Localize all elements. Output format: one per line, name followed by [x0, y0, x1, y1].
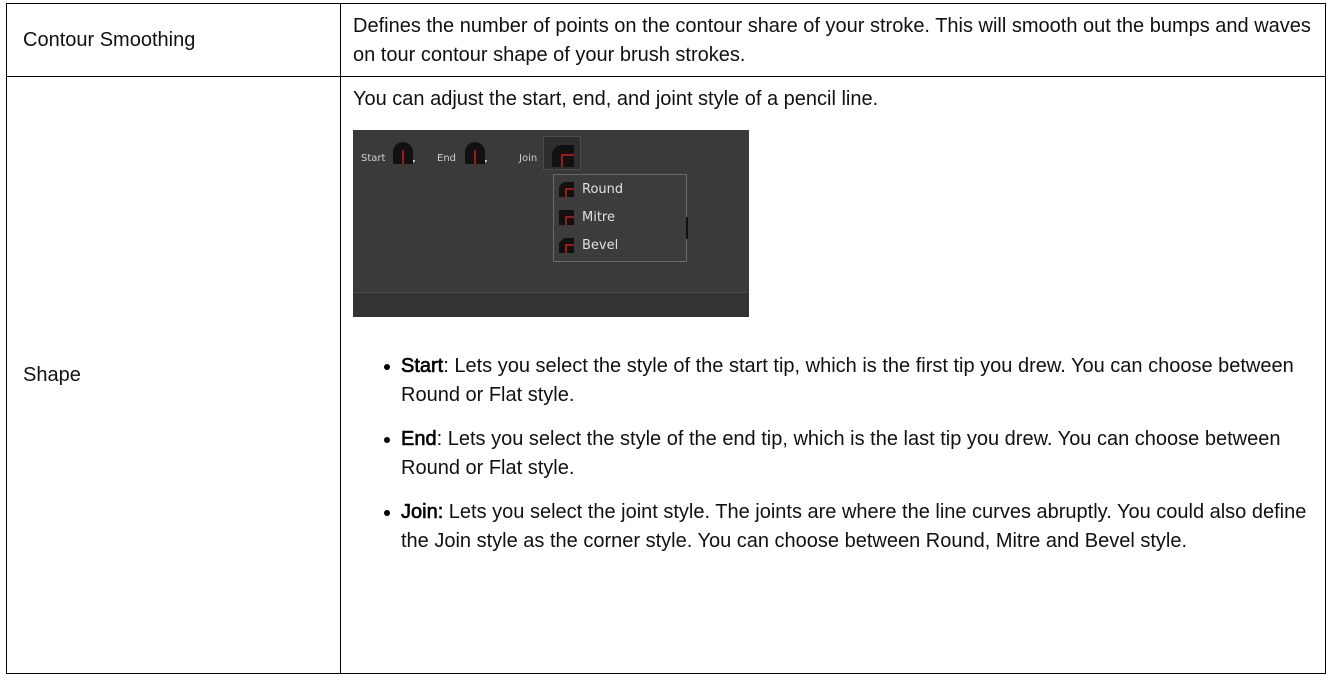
list-item: End: Lets you select the style of the en… — [384, 425, 1313, 483]
join-round-icon — [552, 145, 574, 167]
menu-item-mitre[interactable]: Mitre — [558, 205, 615, 229]
list-item: Start: Lets you select the style of the … — [384, 352, 1313, 410]
shape-style-panel-screenshot: Start End Join Round Mitre Bevel — [353, 130, 749, 317]
list-item: Join: Lets you select the joint style. T… — [384, 498, 1313, 556]
menu-item-label: Bevel — [582, 237, 619, 253]
menu-item-round[interactable]: Round — [558, 177, 623, 201]
bullet-text: Lets you select the joint style. The joi… — [401, 501, 1307, 552]
end-label: End — [437, 153, 457, 164]
bullet-term: Start — [401, 355, 444, 378]
join-bevel-icon — [559, 238, 574, 253]
table-row: Contour Smoothing Defines the number of … — [6, 3, 1326, 77]
bullet-term: End — [401, 428, 437, 451]
menu-item-label: Round — [582, 181, 624, 197]
table-row: Shape You can adjust the start, end, and… — [6, 76, 1326, 674]
bullet-text: Lets you select the style of the start t… — [401, 355, 1294, 406]
end-tip-round-icon — [465, 142, 487, 164]
bullet-text: Lets you select the style of the end tip… — [401, 428, 1281, 479]
property-description-cell: Defines the number of points on the cont… — [340, 3, 1326, 77]
menu-item-bevel[interactable]: Bevel — [558, 233, 618, 257]
start-label: Start — [361, 153, 386, 164]
panel-footer-bar — [353, 292, 749, 317]
join-label: Join — [519, 153, 538, 164]
shape-intro-text: You can adjust the start, end, and joint… — [353, 88, 879, 110]
properties-table: Contour Smoothing Defines the number of … — [6, 3, 1326, 674]
property-description-cell: You can adjust the start, end, and joint… — [340, 76, 1326, 674]
join-round-icon — [559, 182, 574, 197]
join-style-menu: Round Mitre Bevel — [553, 174, 688, 262]
property-name-cell: Shape — [6, 76, 341, 674]
property-name-cell: Contour Smoothing — [6, 3, 341, 77]
shape-options-list: Start: Lets you select the style of the … — [353, 352, 1313, 556]
menu-edge — [686, 217, 688, 239]
join-style-dropdown-button[interactable] — [543, 136, 581, 170]
start-tip-round-icon — [393, 142, 415, 164]
menu-item-label: Mitre — [582, 209, 615, 225]
join-mitre-icon — [559, 210, 574, 225]
bullet-term: Join: — [401, 501, 444, 524]
